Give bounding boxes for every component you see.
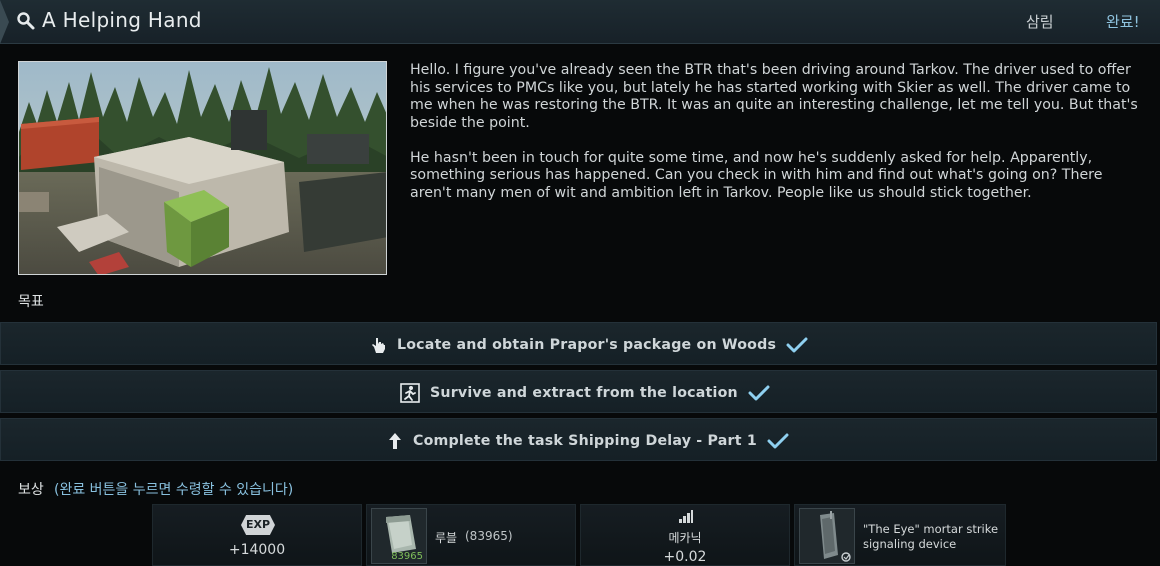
- rouble-amount: (83965): [465, 529, 513, 543]
- description-paragraph: He hasn't been in touch for quite some t…: [410, 149, 1103, 201]
- reward-item[interactable]: "The Eye" mortar strike signaling device: [794, 504, 1006, 566]
- rouble-label: 루블: [435, 531, 458, 545]
- reward-mechanic: 메카닉 +0.02: [580, 504, 790, 566]
- mechanic-value: +0.02: [663, 549, 707, 565]
- objective-label: Survive and extract from the location: [430, 384, 738, 401]
- check-icon: [786, 337, 808, 352]
- arrow-up-icon: [389, 432, 401, 449]
- search-icon: [17, 12, 35, 30]
- quest-description: Hello. I figure you've already seen the …: [410, 62, 1140, 220]
- hand-icon: [372, 337, 385, 353]
- reward-roubles[interactable]: 83965 루블 (83965): [366, 504, 576, 566]
- objective-label: Complete the task Shipping Delay - Part …: [413, 432, 757, 449]
- mechanic-label: 메카닉: [668, 531, 702, 545]
- description-paragraph: Hello. I figure you've already seen the …: [410, 62, 1138, 131]
- check-icon: [748, 385, 770, 400]
- location-label: 삼림: [1026, 13, 1054, 31]
- rouble-item-slot: 83965: [371, 508, 427, 564]
- rewards-hint: (완료 버튼을 누르면 수령할 수 있습니다): [54, 482, 294, 498]
- quest-title: A Helping Hand: [42, 8, 202, 32]
- rouble-count: 83965: [391, 551, 423, 562]
- complete-button[interactable]: 완료!: [1106, 11, 1140, 32]
- item-slot: [799, 508, 855, 564]
- objectives-heading: 목표: [18, 294, 44, 310]
- objective-row[interactable]: Complete the task Shipping Delay - Part …: [0, 418, 1157, 461]
- item-name: "The Eye" mortar strike signaling device: [863, 522, 999, 551]
- header-corner-accent: [0, 0, 9, 44]
- objective-row[interactable]: Survive and extract from the location: [0, 370, 1157, 413]
- reward-exp: EXP +14000: [152, 504, 362, 566]
- quest-location-image: [18, 61, 387, 275]
- signal-icon: [679, 510, 693, 523]
- exp-badge-icon: EXP: [241, 515, 275, 535]
- exit-icon: [400, 382, 420, 403]
- signaling-device-icon: [820, 511, 851, 562]
- exp-value: +14000: [228, 542, 286, 558]
- location-scene: [19, 62, 386, 274]
- quest-header: A Helping Hand 삼림 완료!: [0, 0, 1160, 44]
- check-icon: [767, 433, 789, 448]
- exp-badge-label: EXP: [245, 518, 271, 531]
- objective-row[interactable]: Locate and obtain Prapor's package on Wo…: [0, 322, 1157, 365]
- rewards-heading: 보상: [18, 482, 44, 498]
- objective-label: Locate and obtain Prapor's package on Wo…: [397, 336, 777, 353]
